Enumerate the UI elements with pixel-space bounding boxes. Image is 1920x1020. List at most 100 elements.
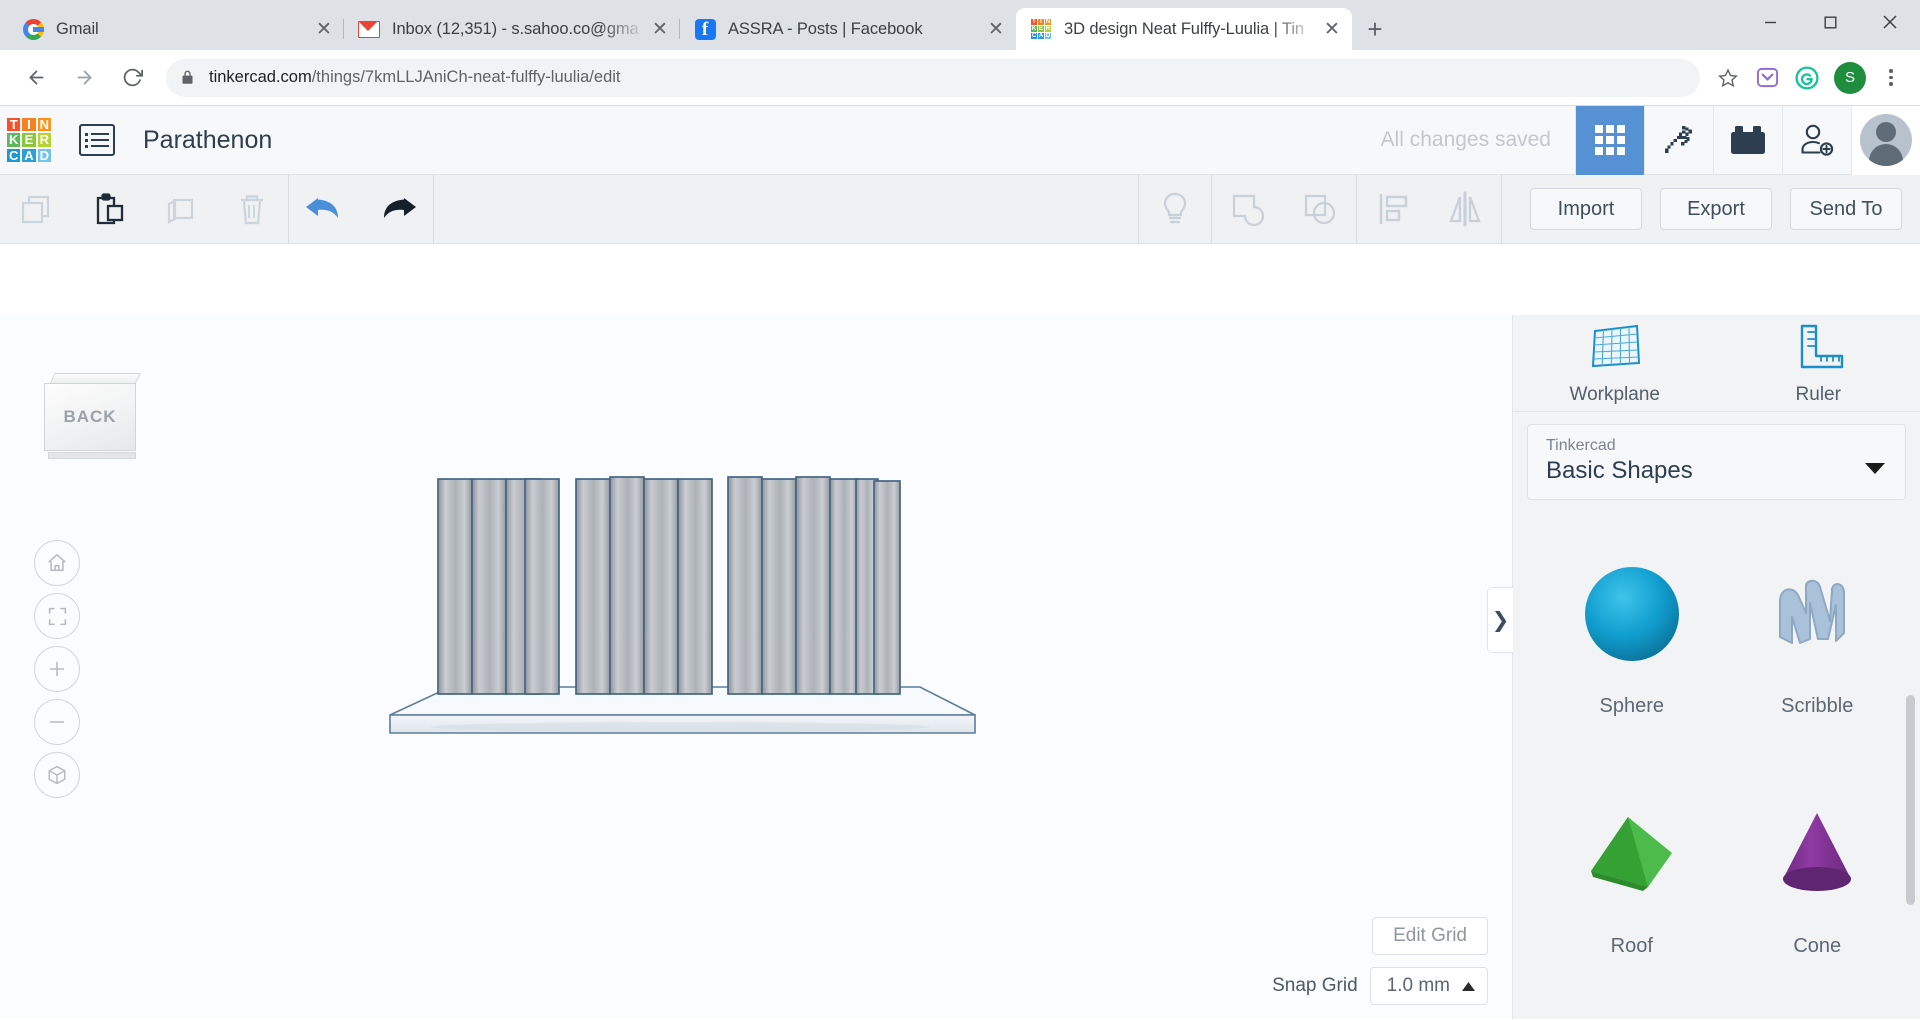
maximize-icon[interactable] [1800, 0, 1860, 44]
shape-item-roof[interactable]: Roof [1539, 779, 1725, 1019]
ungroup-button[interactable] [1284, 175, 1356, 244]
bookmark-star-icon[interactable] [1710, 60, 1746, 96]
shape-item-cone[interactable]: Cone [1725, 779, 1911, 1019]
panel-scrollbar[interactable] [1906, 695, 1915, 905]
reload-icon[interactable] [112, 58, 152, 98]
panel-collapse-button[interactable]: ❯ [1487, 587, 1513, 653]
fit-to-view-icon[interactable] [34, 593, 80, 639]
tab-title: ASSRA - Posts | Facebook [728, 20, 982, 39]
delete-button[interactable] [216, 175, 288, 244]
group-button[interactable] [1212, 175, 1284, 244]
logo-letter-cell: C [7, 149, 20, 162]
snap-grid-label: Snap Grid [1272, 975, 1358, 997]
toolbar-divider [433, 175, 434, 244]
forward-icon[interactable] [64, 58, 104, 98]
url-path: /things/7kmLLJAniCh-neat-fulffy-luulia/e… [312, 68, 621, 87]
clipboard-group [0, 175, 288, 244]
favicon-letter-cell: C [1031, 33, 1037, 39]
tab-title: 3D design Neat Fulffy-Luulia | Tin [1064, 20, 1318, 39]
align-button[interactable] [1357, 175, 1429, 244]
chevron-down-icon [1865, 463, 1885, 474]
save-status: All changes saved [1381, 106, 1575, 175]
url-input[interactable]: tinkercad.com/things/7kmLLJAniCh-neat-fu… [166, 59, 1700, 97]
model-parthenon[interactable] [380, 465, 980, 760]
view-cube-base [48, 452, 136, 459]
workplane-tool[interactable]: Workplane [1535, 321, 1695, 406]
new-tab-button[interactable]: + [1358, 12, 1392, 46]
shape-item-scribble[interactable]: Scribble [1725, 539, 1911, 779]
cone-icon [1758, 779, 1876, 929]
model-geometry [380, 465, 980, 755]
zoom-out-icon[interactable] [34, 699, 80, 745]
paste-button[interactable] [72, 175, 144, 244]
view-cube-label[interactable]: BACK [44, 383, 136, 451]
tab-title: Gmail [56, 20, 310, 39]
browser-tab-gmail[interactable]: Gmail ✕ [8, 8, 344, 50]
logo-letter-cell: E [22, 133, 35, 146]
favicon-letter-cell: K [1031, 26, 1037, 32]
ruler-label: Ruler [1796, 384, 1841, 406]
close-window-icon[interactable] [1860, 0, 1920, 44]
browser-tab-facebook[interactable]: f ASSRA - Posts | Facebook ✕ [680, 8, 1016, 50]
minimize-icon[interactable] [1740, 0, 1800, 44]
duplicate-button[interactable] [144, 175, 216, 244]
logo-letter-cell: D [38, 149, 51, 162]
profile-avatar[interactable]: S [1834, 62, 1866, 94]
window-controls [1740, 0, 1920, 44]
extension-pocket-icon[interactable] [1748, 59, 1786, 97]
facebook-icon: f [694, 18, 716, 40]
history-group [289, 175, 433, 244]
avatar [1860, 114, 1912, 166]
ortho-perspective-icon[interactable] [34, 752, 80, 798]
view-cube[interactable]: BACK [44, 373, 142, 465]
browser-tab-inbox[interactable]: Inbox (12,351) - s.sahoo.co@gma ✕ [344, 8, 680, 50]
tinkercad-app: TINKERCAD Parathenon All changes saved [0, 106, 1920, 1019]
ruler-tool[interactable]: Ruler [1738, 321, 1898, 406]
chrome-menu-icon[interactable] [1874, 69, 1908, 86]
design-list-menu-icon[interactable] [79, 124, 115, 156]
design-canvas[interactable]: BACK [0, 315, 1512, 1019]
close-icon[interactable]: ✕ [982, 15, 1010, 43]
close-icon[interactable]: ✕ [310, 15, 338, 43]
minecraft-pickaxe-icon[interactable] [1644, 106, 1713, 175]
edit-grid-button[interactable]: Edit Grid [1372, 917, 1488, 955]
import-button[interactable]: Import [1530, 188, 1642, 230]
export-button[interactable]: Export [1660, 188, 1772, 230]
tab-strip: Gmail ✕ Inbox (12,351) - s.sahoo.co@gma … [0, 0, 1920, 50]
tinkercad-logo[interactable]: TINKERCAD [7, 118, 51, 162]
extension-grammarly-icon[interactable] [1788, 59, 1826, 97]
send-to-button[interactable]: Send To [1790, 188, 1902, 230]
workplane-label: Workplane [1570, 384, 1660, 406]
favicon-letter-cell: T [1031, 19, 1037, 25]
hint-lightbulb-icon[interactable] [1139, 175, 1211, 244]
app-header: TINKERCAD Parathenon All changes saved [0, 106, 1920, 175]
scribble-icon [1758, 539, 1876, 689]
zoom-in-icon[interactable] [34, 646, 80, 692]
close-icon[interactable]: ✕ [1318, 15, 1346, 43]
logo-letter-cell: A [22, 149, 35, 162]
home-view-icon[interactable] [34, 540, 80, 586]
page-title[interactable]: Parathenon [143, 126, 272, 155]
sphere-icon [1573, 539, 1691, 689]
library-name: Basic Shapes [1546, 457, 1887, 485]
undo-button[interactable] [289, 175, 361, 244]
shape-library-select[interactable]: Tinkercad Basic Shapes [1527, 424, 1906, 500]
shape-item-sphere[interactable]: Sphere [1539, 539, 1725, 779]
snap-grid-select[interactable]: 1.0 mm [1370, 967, 1488, 1005]
invite-person-icon[interactable] [1782, 106, 1851, 175]
logo-letter-cell: T [7, 118, 20, 131]
copy-button[interactable] [0, 175, 72, 244]
lego-brick-icon[interactable] [1713, 106, 1782, 175]
logo-letter-cell: K [7, 133, 20, 146]
close-icon[interactable]: ✕ [646, 15, 674, 43]
browser-tab-tinkercad[interactable]: TINKERCAD 3D design Neat Fulffy-Luulia |… [1016, 8, 1352, 50]
tab-title: Inbox (12,351) - s.sahoo.co@gma [392, 20, 646, 39]
redo-button[interactable] [361, 175, 433, 244]
browser-window: Gmail ✕ Inbox (12,351) - s.sahoo.co@gma … [0, 0, 1920, 1020]
user-avatar-button[interactable] [1851, 106, 1920, 175]
design-grid-icon[interactable] [1575, 106, 1644, 175]
mirror-button[interactable] [1429, 175, 1501, 244]
back-icon[interactable] [16, 58, 56, 98]
favicon-letter-cell: A [1038, 33, 1044, 39]
shape-label: Sphere [1600, 695, 1665, 718]
